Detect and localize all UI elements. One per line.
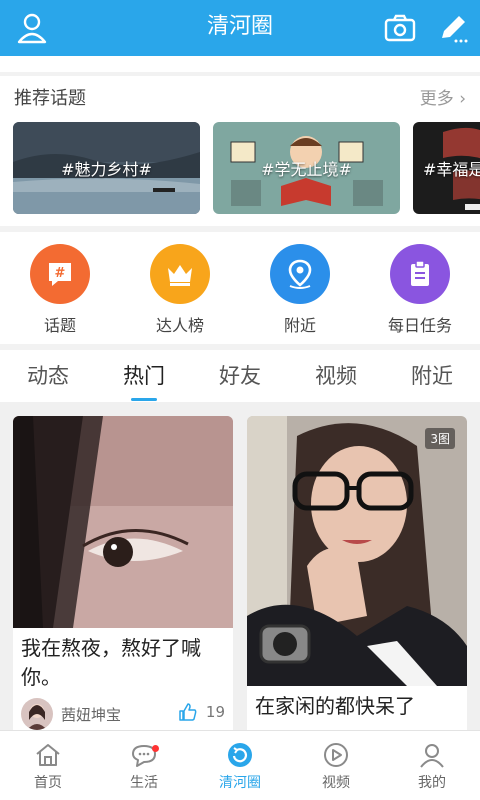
post-caption: 我在熬夜，熬好了喊 你。 xyxy=(21,636,201,689)
notification-dot xyxy=(152,745,159,752)
feed-tabs: 动态 热门 好友 视频 附近 xyxy=(0,350,480,402)
topics-heading: 推荐话题 xyxy=(14,88,86,109)
tab-friends[interactable]: 好友 xyxy=(192,360,288,390)
topic-label: #学无止境# xyxy=(261,160,352,179)
nav-circle[interactable]: 清河圈 xyxy=(192,741,288,792)
feed-card[interactable]: 3图 在家闲的都快呆了 xyxy=(247,416,467,730)
nav-video[interactable]: 视频 xyxy=(288,741,384,792)
like-button[interactable]: 19 xyxy=(178,702,225,722)
shortcut-topics[interactable]: # 话题 xyxy=(10,244,110,336)
topic-label: #幸福是 xyxy=(423,160,480,179)
author-name: 茜妞坤宝 xyxy=(61,705,122,724)
svg-text:#: # xyxy=(55,266,66,281)
crown-icon xyxy=(150,244,210,304)
shortcut-bar: # 话题 达人榜 附近 每日任务 xyxy=(0,232,480,344)
more-link[interactable]: 更多 › xyxy=(420,84,466,109)
post-image xyxy=(13,416,233,628)
post-author[interactable]: 茜妞坤宝 xyxy=(21,698,121,730)
shortcut-daily-tasks[interactable]: 每日任务 xyxy=(370,244,470,336)
shortcut-nearby[interactable]: 附近 xyxy=(250,244,350,336)
topic-label: #魅力乡村# xyxy=(61,160,152,179)
chevron-right-icon: › xyxy=(459,89,466,109)
nav-life[interactable]: 生活 xyxy=(96,741,192,792)
avatar xyxy=(21,698,53,730)
feed-grid: 我在熬夜，熬好了喊 你。 茜妞坤宝 19 3图 在家闲的都快呆了 xyxy=(0,402,480,730)
top-bar: 清河圈 xyxy=(0,0,480,56)
hash-chat-icon: # xyxy=(30,244,90,304)
topic-card-happiness[interactable]: #幸福是 xyxy=(413,122,480,214)
recommended-topics: 推荐话题 更多 › #魅力乡村# #学无止境# #幸福是 xyxy=(0,76,480,226)
topic-card-learning[interactable]: #学无止境# xyxy=(213,122,400,214)
bottom-nav: 首页 生活 清河圈 视频 我的 xyxy=(0,730,480,800)
tab-dynamic[interactable]: 动态 xyxy=(0,360,96,390)
feed-card[interactable]: 我在熬夜，熬好了喊 你。 茜妞坤宝 19 xyxy=(13,416,233,730)
like-count: 19 xyxy=(205,703,225,721)
nav-home[interactable]: 首页 xyxy=(0,741,96,792)
tab-video[interactable]: 视频 xyxy=(288,360,384,390)
topic-card-village[interactable]: #魅力乡村# xyxy=(13,122,200,214)
camera-icon[interactable] xyxy=(382,10,418,46)
shortcut-leaderboard[interactable]: 达人榜 xyxy=(130,244,230,336)
post-image xyxy=(247,416,467,686)
clipboard-icon xyxy=(390,244,450,304)
profile-icon xyxy=(420,744,444,768)
nav-profile[interactable]: 我的 xyxy=(384,741,480,792)
header-strip xyxy=(0,56,480,72)
edit-icon[interactable] xyxy=(434,10,470,46)
active-tab-indicator xyxy=(131,398,157,401)
post-caption: 在家闲的都快呆了 xyxy=(255,694,415,718)
image-count-badge: 3图 xyxy=(425,428,455,449)
home-icon xyxy=(36,744,60,766)
tab-hot[interactable]: 热门 xyxy=(96,360,192,390)
tab-nearby[interactable]: 附近 xyxy=(384,360,480,390)
circle-refresh-icon xyxy=(228,743,252,767)
location-pin-icon xyxy=(270,244,330,304)
play-icon xyxy=(324,743,348,767)
thumbs-up-icon xyxy=(179,703,197,721)
